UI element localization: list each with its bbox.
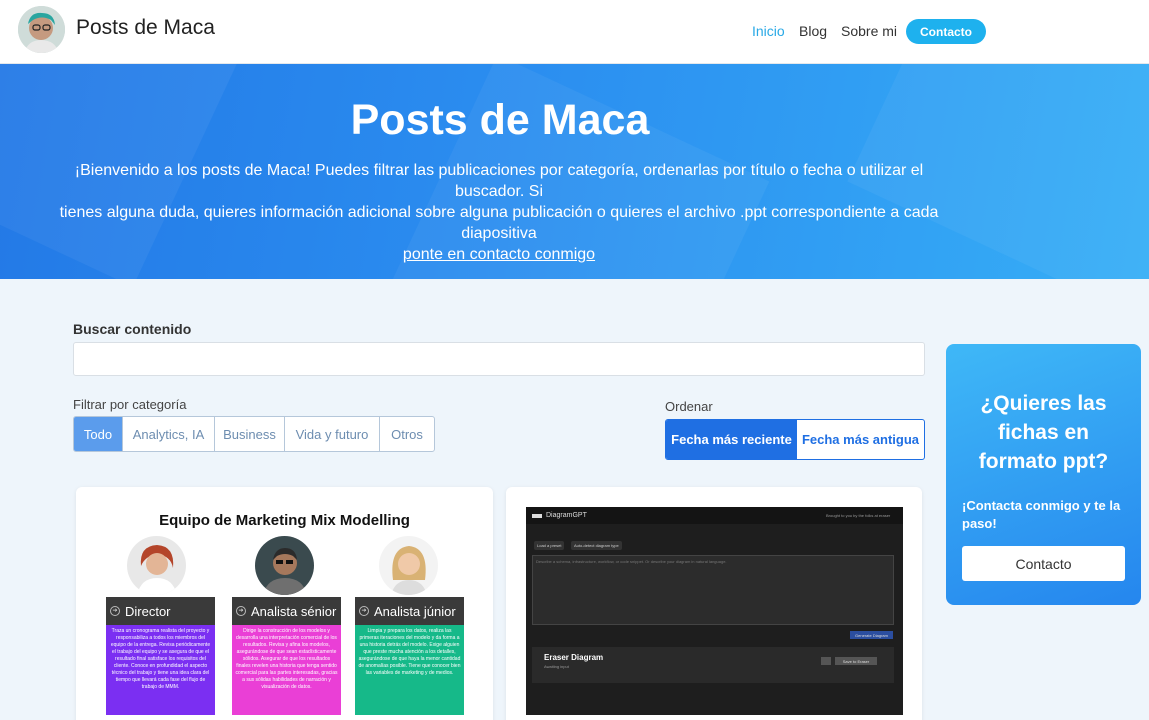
copy-icon [821,657,831,665]
promo-title: ¿Quieres las fichas en formato ppt? [978,392,1109,473]
post-card[interactable]: DiagramGPT Brought to you by the folks a… [506,487,922,720]
role-name: Analista júnior [374,603,456,619]
order-label: Ordenar [665,399,713,414]
ppt-promo-card: ¿Quieres las fichas en formato ppt? ¡Con… [946,344,1141,605]
order-selector: Fecha más reciente Fecha más antigua [665,419,925,460]
prompt-textarea: Describe a schema, infrastructure, workf… [532,555,894,625]
post-image-screenshot: DiagramGPT Brought to you by the folks a… [526,507,903,715]
arrow-icon: ➔ [110,606,120,616]
save-button: Save to Eraser [835,657,877,665]
hero-description: ¡Bienvenido a los posts de Maca! Puedes … [40,160,958,265]
diagram-type-dropdown: Auto-detect diagram type [571,541,622,550]
hero-text-line: tienes alguna duda, quieres información … [59,204,939,242]
role-name: Director [125,603,171,619]
filter-analytics-ia[interactable]: Analytics, IA [123,417,215,451]
role-director-header: ➔ Director [106,597,215,625]
app-credit: Brought to you by the folks at eraser [826,513,891,518]
role-director-text: Traza un cronograma realista del proyect… [106,625,215,715]
generate-button: Generate Diagram [850,631,893,639]
order-oldest[interactable]: Fecha más antigua [797,420,924,459]
role-senior-header: ➔ Analista sénior [232,597,341,625]
nav-blog[interactable]: Blog [799,23,827,39]
filter-vida-y-futuro[interactable]: Vida y futuro [285,417,380,451]
filter-label: Filtrar por categoría [73,397,187,412]
hero-title: Posts de Maca [350,96,650,144]
result-panel-title: Eraser Diagram [544,653,604,662]
senior-analyst-photo [255,536,314,595]
app-title: DiagramGPT [546,512,587,519]
hero-banner: Posts de Maca ¡Bienvenido a los posts de… [0,64,1149,279]
category-filter: Todo Analytics, IA Business Vida y futur… [73,416,435,452]
nav-sobre-mi[interactable]: Sobre mi [841,23,897,39]
site-header: Posts de Maca Inicio Blog Sobre mi Conta… [0,0,1149,64]
role-junior-header: ➔ Analista júnior [355,597,464,625]
hero-text-line: ¡Bienvenido a los posts de Maca! Puedes … [74,162,924,200]
site-title[interactable]: Posts de Maca [76,16,215,40]
filter-otros[interactable]: Otros [380,417,434,451]
search-input[interactable] [73,342,925,376]
arrow-icon: ➔ [359,606,369,616]
role-senior-text: Dirige la construcción de los modelos y … [232,625,341,715]
post-card[interactable]: Equipo de Marketing Mix Modelling ➔ Dire… [76,487,493,720]
promo-contact-button[interactable]: Contacto [962,546,1125,581]
avatar[interactable] [18,6,65,53]
result-panel-subtitle: Awaiting input [544,664,569,669]
order-newest[interactable]: Fecha más reciente [666,420,797,459]
app-logo-icon [532,513,542,518]
filter-business[interactable]: Business [215,417,285,451]
contact-button[interactable]: Contacto [906,19,986,44]
filter-todo[interactable]: Todo [74,417,123,451]
nav-inicio[interactable]: Inicio [752,23,785,39]
role-name: Analista sénior [251,603,337,619]
promo-subtitle: ¡Contacta conmigo y te la paso! [962,498,1121,531]
director-photo [127,536,186,595]
arrow-icon: ➔ [236,606,246,616]
role-junior-text: Limpia y prepara los datos, realiza las … [355,625,464,715]
contact-link[interactable]: ponte en contacto conmigo [403,246,595,263]
junior-analyst-photo [379,536,438,595]
preset-dropdown: Load a preset [534,541,565,550]
post-image-title: Equipo de Marketing Mix Modelling [159,512,410,529]
search-label: Buscar contenido [73,321,192,337]
